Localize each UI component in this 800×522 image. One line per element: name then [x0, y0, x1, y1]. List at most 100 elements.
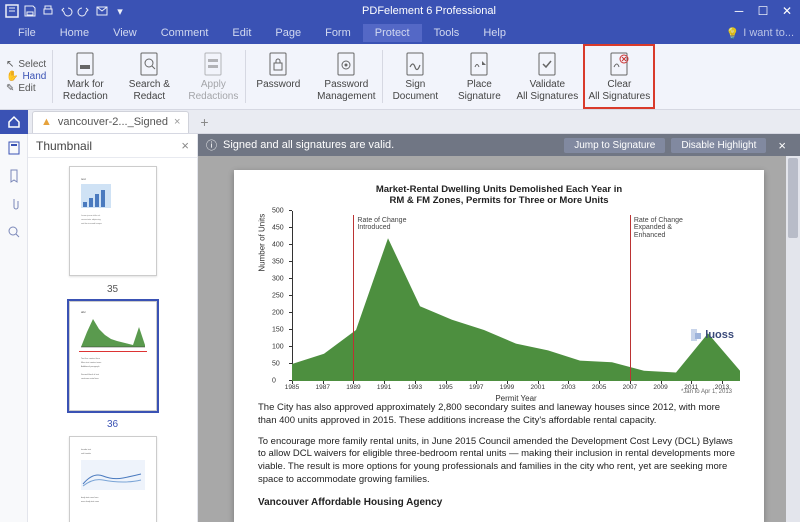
svg-text:Lorem ipsum dolor sit: Lorem ipsum dolor sit — [81, 214, 101, 217]
apply-redactions-button[interactable]: ApplyRedactions — [181, 44, 245, 109]
side-nav-strip — [0, 134, 28, 522]
undo-icon[interactable] — [58, 3, 74, 19]
place-signature-button[interactable]: PlaceSignature — [447, 44, 511, 109]
thumbnail-label: 36 — [107, 419, 118, 430]
tab-help[interactable]: Help — [471, 24, 518, 42]
svg-text:sub header: sub header — [81, 453, 91, 455]
tab-file[interactable]: File — [6, 24, 48, 42]
page-thumbnail[interactable]: header text sub header body text rows here… — [69, 436, 157, 522]
svg-text:Text line content here: Text line content here — [81, 357, 101, 360]
section-heading: Vancouver Affordable Housing Agency — [258, 497, 740, 508]
paragraph: To encourage more family rental units, i… — [258, 436, 740, 487]
apply-redactions-icon — [200, 51, 226, 77]
cursor-icon: ↖ — [6, 59, 14, 70]
document-tab-label: vancouver-2..._Signed — [58, 116, 168, 128]
svg-text:body text rows here: body text rows here — [81, 496, 99, 499]
svg-text:consectetur adipiscing: consectetur adipiscing — [81, 218, 101, 221]
thumbnails-nav-icon[interactable] — [6, 140, 22, 156]
thumbnail-label: 35 — [107, 284, 118, 295]
edit-tool[interactable]: ✎Edit — [6, 83, 46, 94]
redo-icon[interactable] — [76, 3, 92, 19]
thumbnail-close-icon[interactable]: × — [181, 138, 189, 153]
svg-text:text: text — [81, 177, 86, 181]
document-page: Market-Rental Dwelling Units Demolished … — [234, 170, 764, 522]
tab-home[interactable]: Home — [48, 24, 101, 42]
svg-text:continues onto lines: continues onto lines — [81, 377, 99, 380]
svg-text:Second block of text: Second block of text — [81, 373, 99, 376]
save-icon[interactable] — [22, 3, 38, 19]
thumbnail-panel: Thumbnail × textLorem ipsum dolor sitcon… — [28, 134, 198, 522]
minimize-button[interactable]: ─ — [730, 3, 748, 19]
jump-to-signature-button[interactable]: Jump to Signature — [564, 138, 665, 153]
svg-text:More text content rows: More text content rows — [81, 361, 101, 364]
chart: Market-Rental Dwelling Units Demolished … — [258, 184, 740, 394]
svg-text:more body text rows: more body text rows — [81, 500, 99, 503]
tab-comment[interactable]: Comment — [149, 24, 221, 42]
validate-signatures-button[interactable]: ValidateAll Signatures — [511, 44, 583, 109]
maximize-button[interactable]: ☐ — [754, 3, 772, 19]
scrollbar-thumb[interactable] — [788, 158, 798, 238]
clear-signature-icon — [606, 51, 632, 77]
password-button[interactable]: Password — [246, 44, 310, 109]
search-nav-icon[interactable] — [6, 224, 22, 240]
qat-dropdown-icon[interactable]: ▾ — [112, 3, 128, 19]
workspace: Thumbnail × textLorem ipsum dolor sitcon… — [0, 134, 800, 522]
app-title: PDFelement 6 Professional — [128, 5, 730, 17]
home-tab-button[interactable] — [0, 110, 28, 134]
password-management-button[interactable]: PasswordManagement — [310, 44, 382, 109]
signature-status: Signed and all signatures are valid. — [223, 139, 394, 151]
tab-edit[interactable]: Edit — [220, 24, 263, 42]
info-icon: ⓘ — [206, 137, 217, 153]
select-tool[interactable]: ↖Select — [6, 59, 46, 70]
app-logo-icon — [4, 3, 20, 19]
signature-bar: ⓘ Signed and all signatures are valid. J… — [198, 134, 800, 156]
redaction-mark-icon — [72, 51, 98, 77]
search-redact-icon — [136, 51, 162, 77]
tab-protect[interactable]: Protect — [363, 24, 422, 42]
y-axis-label: Number of Units — [258, 214, 267, 272]
mail-icon[interactable] — [94, 3, 110, 19]
svg-text:sed do eiusmod tempor: sed do eiusmod tempor — [81, 222, 102, 225]
add-tab-button[interactable]: + — [193, 111, 215, 133]
tab-view[interactable]: View — [101, 24, 149, 42]
mark-for-redaction-button[interactable]: Mark forRedaction — [53, 44, 117, 109]
x-axis-label: Permit Year — [495, 394, 536, 403]
clear-signatures-button[interactable]: ClearAll Signatures — [583, 44, 655, 109]
tab-page[interactable]: Page — [263, 24, 313, 42]
bookmarks-nav-icon[interactable] — [6, 168, 22, 184]
page-thumbnail[interactable]: abc Text line content hereMore text conte… — [69, 301, 157, 411]
svg-text:header text: header text — [81, 448, 91, 451]
disable-highlight-button[interactable]: Disable Highlight — [671, 138, 766, 153]
chart-title: Market-Rental Dwelling Units Demolished … — [258, 184, 740, 207]
tab-form[interactable]: Form — [313, 24, 363, 42]
document-tabs-row: ▲ vancouver-2..._Signed × + — [0, 110, 800, 134]
sign-document-button[interactable]: SignDocument — [383, 44, 447, 109]
chart-brand: luoss — [689, 327, 734, 343]
svg-text:abc: abc — [81, 310, 86, 314]
page-thumbnail[interactable]: text Lorem ipsum dolor sitconsectetur adi… — [69, 166, 157, 276]
sign-icon — [402, 51, 428, 77]
sigbar-close-icon[interactable]: × — [772, 138, 792, 153]
svg-text:Additional paragraph: Additional paragraph — [81, 365, 99, 368]
i-want-to[interactable]: 💡I want to... — [726, 27, 794, 40]
document-body-text: The City has also approved approximately… — [258, 402, 740, 508]
title-bar: ▾ PDFelement 6 Professional ─ ☐ ✕ — [0, 0, 800, 22]
print-icon[interactable] — [40, 3, 56, 19]
attachments-nav-icon[interactable] — [6, 196, 22, 212]
hand-tool[interactable]: ✋Hand — [6, 71, 46, 82]
lightbulb-icon: 💡 — [726, 27, 740, 40]
document-area: ⓘ Signed and all signatures are valid. J… — [198, 134, 800, 522]
vertical-scrollbar[interactable] — [786, 156, 800, 522]
ribbon: ↖Select ✋Hand ✎Edit Mark forRedaction Se… — [0, 44, 800, 110]
search-redact-button[interactable]: Search &Redact — [117, 44, 181, 109]
menu-bar: File Home View Comment Edit Page Form Pr… — [0, 22, 800, 44]
thumbnail-panel-title: Thumbnail — [36, 139, 92, 153]
document-tab[interactable]: ▲ vancouver-2..._Signed × — [32, 111, 189, 133]
close-button[interactable]: ✕ — [778, 3, 796, 19]
tab-tools[interactable]: Tools — [422, 24, 472, 42]
edit-icon: ✎ — [6, 83, 14, 94]
warning-icon: ▲ — [41, 116, 52, 128]
tab-close-icon[interactable]: × — [174, 116, 180, 128]
paragraph: The City has also approved approximately… — [258, 402, 740, 428]
tool-group: ↖Select ✋Hand ✎Edit — [0, 44, 52, 109]
